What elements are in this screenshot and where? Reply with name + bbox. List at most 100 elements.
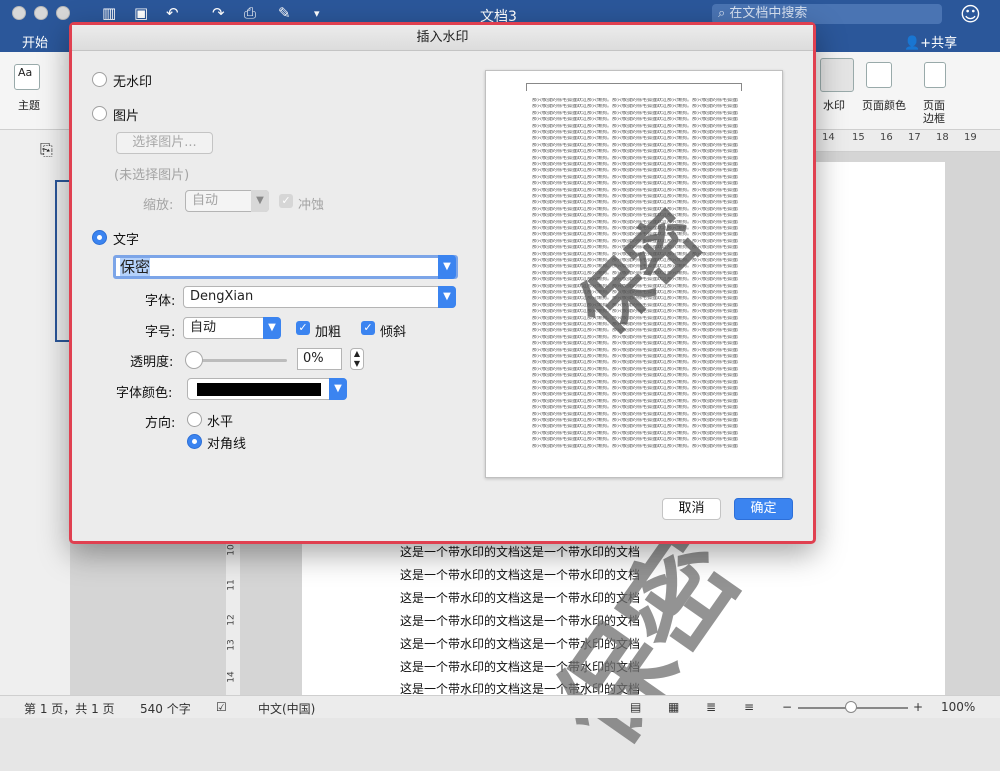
scale-select[interactable]: 自动 ▼ xyxy=(185,190,269,212)
transparency-input[interactable]: 0% xyxy=(297,348,342,370)
no-picture-text: (未选择图片) xyxy=(114,168,190,183)
italic-checkbox[interactable]: ✓ xyxy=(361,321,375,335)
preview-line: 那只敏捷的棕毛狐狸跃过那只懒狗。那只敏捷的棕毛狐狸跃过那只懒狗。那只敏捷的棕毛狐… xyxy=(532,110,738,115)
size-value: 自动 xyxy=(190,320,217,335)
ruler-tick: 15 xyxy=(852,132,865,143)
no-watermark-label[interactable]: 无水印 xyxy=(113,71,152,90)
customize-toolbar-icon[interactable]: ▾ xyxy=(314,7,320,20)
minimize-window-button[interactable] xyxy=(34,6,48,20)
zoom-in-button[interactable]: + xyxy=(913,700,923,714)
watermark-text-input[interactable]: 保密 ▼ xyxy=(113,255,458,279)
chevron-up-icon: ▲ xyxy=(353,349,361,358)
preview-line: 那只敏捷的棕毛狐狸跃过那只懒狗。那只敏捷的棕毛狐狸跃过那只懒狗。那只敏捷的棕毛狐… xyxy=(532,386,738,390)
horizontal-label[interactable]: 水平 xyxy=(207,411,233,430)
preview-line: 那只敏捷的棕毛狐狸跃过那只懒狗。那只敏捷的棕毛狐狸跃过那只懒狗。那只敏捷的棕毛狐… xyxy=(532,136,738,141)
pages-icon[interactable]: ⎘ xyxy=(40,140,53,160)
preview-line: 那只敏捷的棕毛狐狸跃过那只懒狗。那只敏捷的棕毛狐狸跃过那只懒狗。那只敏捷的棕毛狐… xyxy=(532,430,738,435)
chevron-down-icon: ▼ xyxy=(329,378,347,400)
page-border-icon[interactable] xyxy=(924,62,946,88)
picture-label[interactable]: 图片 xyxy=(113,105,139,124)
diagonal-label[interactable]: 对角线 xyxy=(207,433,246,452)
insert-watermark-dialog: 插入水印 无水印 图片 选择图片... (未选择图片) 缩放: 自动 ▼ ✓ 冲蚀… xyxy=(69,22,816,544)
washout-checkbox[interactable]: ✓ xyxy=(279,194,293,208)
page-color-label[interactable]: 页面颜色 xyxy=(862,99,906,112)
font-select[interactable]: DengXian ▼ xyxy=(183,286,456,308)
bold-checkbox[interactable]: ✓ xyxy=(296,321,310,335)
print-layout-icon[interactable]: ▤ xyxy=(630,700,641,714)
undo-icon[interactable]: ↶ xyxy=(166,4,179,22)
italic-label[interactable]: 倾斜 xyxy=(380,321,406,340)
word-count[interactable]: 540 个字 xyxy=(140,700,191,717)
font-color-select[interactable]: ▼ xyxy=(187,378,347,400)
zoom-out-button[interactable]: − xyxy=(782,700,792,714)
vruler-tick: 10 xyxy=(226,544,237,556)
vruler-tick: 11 xyxy=(226,579,237,591)
print-icon[interactable]: ⎙ xyxy=(244,4,256,22)
ruler-tick: 16 xyxy=(880,132,893,143)
search-input[interactable]: ⌕ 在文档中搜索 xyxy=(712,4,942,24)
font-color-label: 字体颜色: xyxy=(116,386,173,401)
vruler-tick: 12 xyxy=(226,614,237,626)
choose-picture-button[interactable]: 选择图片... xyxy=(116,132,213,154)
scale-label: 缩放: xyxy=(143,198,174,213)
transparency-slider-handle[interactable] xyxy=(185,351,203,369)
save-icon[interactable]: ▣ xyxy=(134,4,148,22)
preview-line: 那只敏捷的棕毛狐狸跃过那只懒狗。那只敏捷的棕毛狐狸跃过那只懒狗。那只敏捷的棕毛狐… xyxy=(532,373,738,378)
page-border-label-2[interactable]: 边框 xyxy=(923,112,945,125)
color-swatch xyxy=(197,383,321,396)
no-watermark-radio[interactable] xyxy=(92,72,107,87)
proofing-icon[interactable]: ☑ xyxy=(216,700,227,714)
page-thumbnail[interactable] xyxy=(55,180,70,342)
feedback-smiley-icon[interactable]: ☺ xyxy=(960,2,981,26)
status-bar: 第 1 页，共 1 页 540 个字 ☑ 中文(中国) ▤ ▦ ≣ ≡ − + … xyxy=(0,695,1000,718)
ok-button[interactable]: 确定 xyxy=(734,498,793,520)
share-label: 共享 xyxy=(931,36,958,51)
diagonal-radio[interactable] xyxy=(187,434,202,449)
size-select[interactable]: 自动 ▼ xyxy=(183,317,281,339)
preview-line: 那只敏捷的棕毛狐狸跃过那只懒狗。那只敏捷的棕毛狐狸跃过那只懒狗。那只敏捷的棕毛狐… xyxy=(532,418,738,422)
zoom-window-button[interactable] xyxy=(56,6,70,20)
preview-line: 那只敏捷的棕毛狐狸跃过那只懒狗。那只敏捷的棕毛狐狸跃过那只懒狗。那只敏捷的棕毛狐… xyxy=(532,149,738,154)
transparency-stepper[interactable]: ▲ ▼ xyxy=(350,348,364,370)
share-button[interactable]: 👤+共享 xyxy=(904,32,957,51)
vertical-ruler[interactable]: 10 11 12 13 14 xyxy=(226,540,240,695)
transparency-label: 透明度: xyxy=(130,355,174,370)
theme-icon[interactable]: Aa xyxy=(14,64,40,90)
page-border-label[interactable]: 页面 xyxy=(923,99,945,112)
page-count[interactable]: 第 1 页，共 1 页 xyxy=(24,700,115,717)
zoom-level[interactable]: 100% xyxy=(941,700,975,714)
tab-home[interactable]: 开始 xyxy=(22,32,48,51)
size-label: 字号: xyxy=(145,325,176,340)
preview-line: 那只敏捷的棕毛狐狸跃过那只懒狗。那只敏捷的棕毛狐狸跃过那只懒狗。那只敏捷的棕毛狐… xyxy=(532,405,738,410)
transparency-slider[interactable] xyxy=(193,359,287,362)
preview-line: 那只敏捷的棕毛狐狸跃过那只懒狗。那只敏捷的棕毛狐狸跃过那只懒狗。那只敏捷的棕毛狐… xyxy=(532,398,738,403)
ruler-tick: 17 xyxy=(908,132,921,143)
vruler-tick: 13 xyxy=(226,639,237,651)
washout-label: 冲蚀 xyxy=(298,198,325,213)
language[interactable]: 中文(中国) xyxy=(258,700,315,717)
redo-icon[interactable]: ↷ xyxy=(212,4,225,22)
watermark-preview: 那只敏捷的棕毛狐狸跃过那只懒狗。那只敏捷的棕毛狐狸跃过那只懒狗。那只敏捷的棕毛狐… xyxy=(485,70,783,478)
text-label[interactable]: 文字 xyxy=(113,229,139,248)
page-color-icon[interactable] xyxy=(866,62,892,88)
preview-line: 那只敏捷的棕毛狐狸跃过那只懒狗。那只敏捷的棕毛狐狸跃过那只懒狗。那只敏捷的棕毛狐… xyxy=(532,366,738,371)
sidebar-toggle-icon[interactable]: ▥ xyxy=(102,4,116,22)
picture-radio[interactable] xyxy=(92,106,107,121)
web-layout-icon[interactable]: ▦ xyxy=(668,700,679,714)
watermark-icon[interactable] xyxy=(820,58,854,92)
preview-line: 那只敏捷的棕毛狐狸跃过那只懒狗。那只敏捷的棕毛狐狸跃过那只懒狗。那只敏捷的棕毛狐… xyxy=(532,443,738,448)
close-window-button[interactable] xyxy=(12,6,26,20)
text-radio[interactable] xyxy=(92,230,107,245)
zoom-slider-handle[interactable] xyxy=(845,701,857,713)
focus-icon[interactable]: ≡ xyxy=(744,700,754,714)
bold-label[interactable]: 加粗 xyxy=(315,321,341,340)
chevron-down-icon[interactable]: ▼ xyxy=(438,255,456,279)
theme-label: 主题 xyxy=(18,99,40,112)
edit-icon[interactable]: ✎ xyxy=(278,4,291,22)
outline-icon[interactable]: ≣ xyxy=(706,700,716,714)
cancel-button[interactable]: 取消 xyxy=(662,498,721,520)
watermark-label[interactable]: 水印 xyxy=(823,99,845,112)
horizontal-radio[interactable] xyxy=(187,412,202,427)
preview-line: 那只敏捷的棕毛狐狸跃过那只懒狗。那只敏捷的棕毛狐狸跃过那只懒狗。那只敏捷的棕毛狐… xyxy=(532,354,738,358)
preview-line: 那只敏捷的棕毛狐狸跃过那只懒狗。那只敏捷的棕毛狐狸跃过那只懒狗。那只敏捷的棕毛狐… xyxy=(532,162,738,166)
